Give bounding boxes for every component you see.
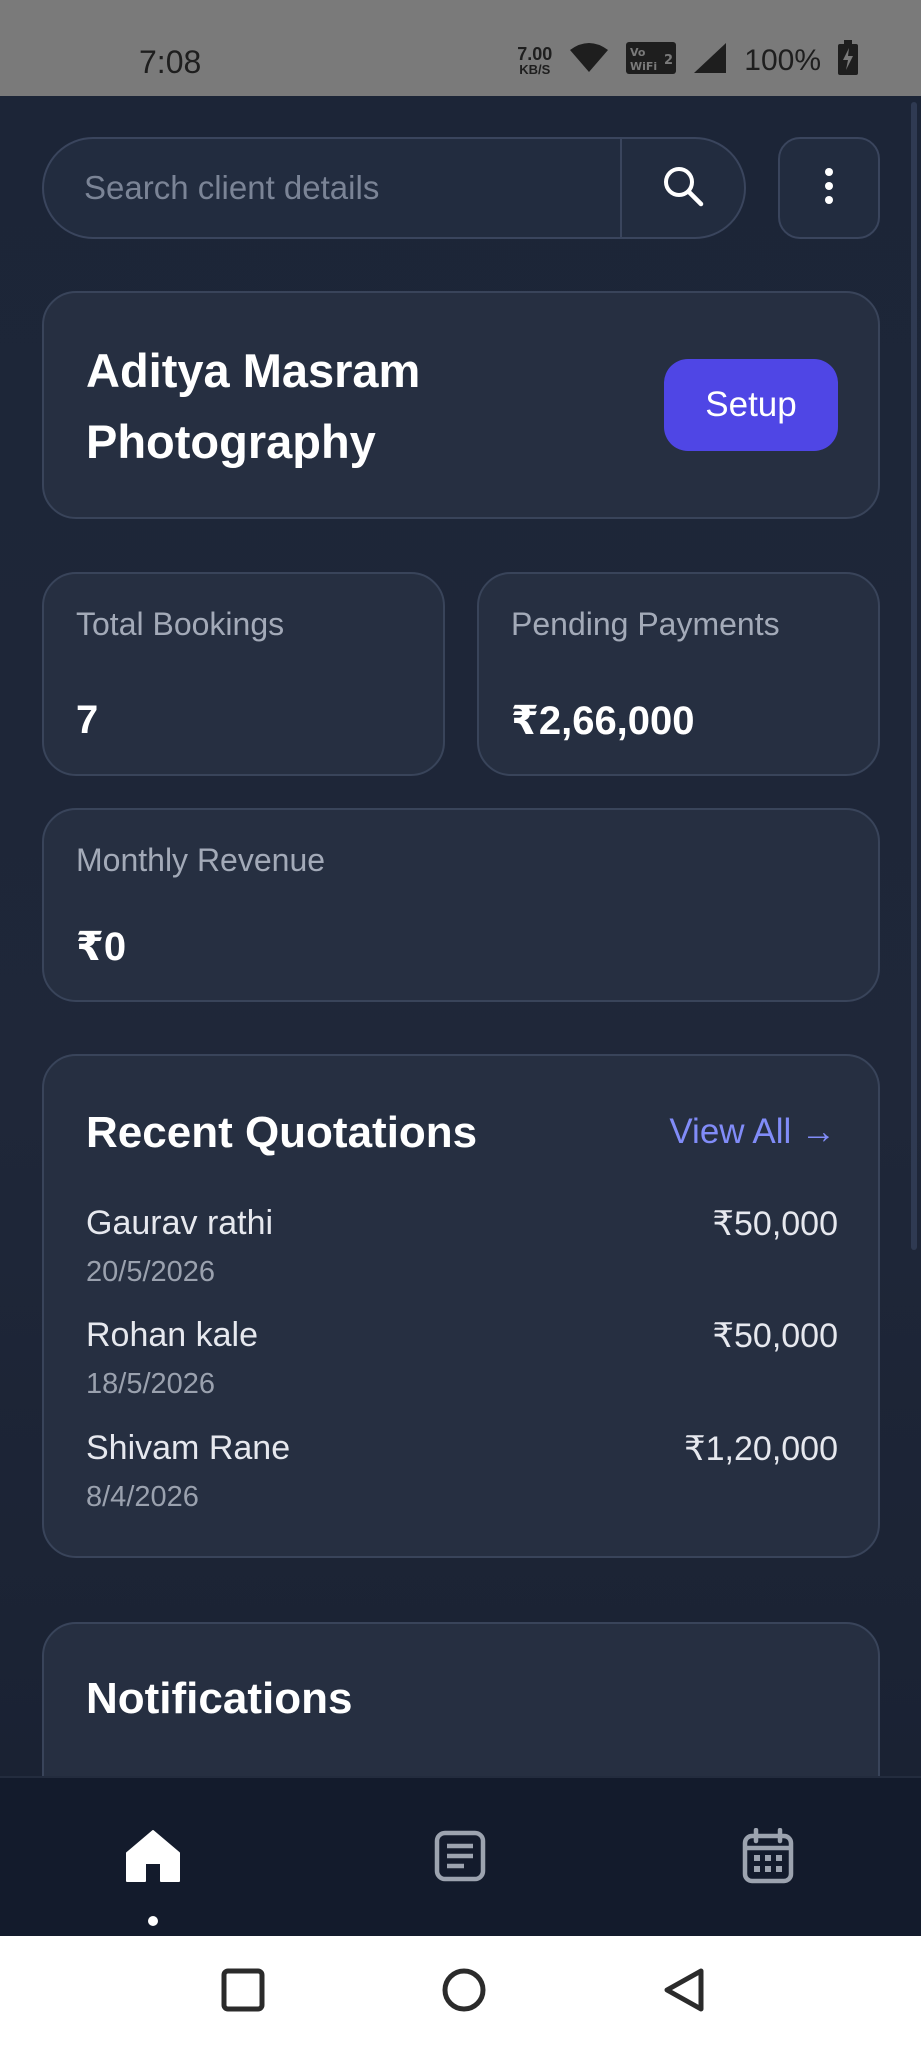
status-time: 7:08 [139, 44, 202, 80]
notifications-title: Notifications [86, 1674, 353, 1723]
square-icon [221, 1968, 265, 2017]
scrollbar[interactable] [911, 102, 917, 1250]
nav-home[interactable] [123, 1828, 183, 1888]
svg-text:WiFi: WiFi [630, 60, 657, 73]
back-triangle-icon [661, 1967, 707, 2018]
monthly-revenue-value: ₹0 [76, 925, 127, 969]
nav-calendar[interactable] [738, 1827, 798, 1889]
quotation-client-name: Rohan kale [86, 1316, 259, 1354]
recent-quotations-card: Recent Quotations View All → Gaurav rath… [42, 1054, 880, 1558]
more-options-button[interactable] [778, 137, 880, 239]
vowifi-icon: Vo WiFi 2 [626, 42, 677, 79]
setup-button[interactable]: Setup [664, 359, 838, 451]
bottom-navigation [0, 1776, 921, 1936]
network-speed: 7.00 KB/S [517, 45, 552, 76]
document-list-icon [434, 1830, 486, 1887]
recent-quotations-title: Recent Quotations [86, 1108, 478, 1157]
search-button[interactable] [620, 139, 744, 237]
quotation-date: 20/5/2026 [86, 1256, 216, 1288]
total-bookings-card[interactable]: Total Bookings 7 [42, 572, 445, 776]
business-card: Aditya Masram Photography Setup [42, 291, 880, 519]
view-all-link[interactable]: View All → [669, 1112, 836, 1152]
notifications-card: Notifications [42, 1622, 880, 1776]
pending-payments-value: ₹2,66,000 [511, 699, 695, 743]
network-speed-unit: KB/S [519, 62, 551, 77]
system-navigation-bar [0, 1936, 921, 2048]
svg-text:Vo: Vo [630, 46, 646, 59]
status-icons: 7.00 KB/S Vo WiFi 2 100% [517, 40, 859, 81]
home-icon [125, 1829, 181, 1888]
quotation-amount: ₹50,000 [712, 1205, 838, 1243]
back-button[interactable] [656, 1964, 712, 2020]
quotation-row[interactable]: Rohan kale 18/5/2026 ₹50,000 [86, 1316, 838, 1416]
more-vertical-icon [823, 166, 835, 211]
home-system-button[interactable] [436, 1964, 492, 2020]
calendar-icon [742, 1827, 794, 1889]
search-input[interactable] [44, 139, 620, 237]
quotation-client-name: Gaurav rathi [86, 1204, 274, 1242]
app-screen: Aditya Masram Photography Setup Total Bo… [0, 96, 921, 1776]
total-bookings-value: 7 [76, 698, 99, 742]
circle-icon [441, 1967, 487, 2018]
quotation-amount: ₹1,20,000 [684, 1430, 838, 1468]
pending-payments-label: Pending Payments [511, 606, 780, 642]
quotation-row[interactable]: Gaurav rathi 20/5/2026 ₹50,000 [86, 1204, 838, 1304]
nav-quotations[interactable] [430, 1828, 490, 1888]
battery-percentage: 100% [744, 43, 821, 77]
business-name: Aditya Masram Photography [86, 344, 421, 468]
battery-charging-icon [837, 40, 859, 81]
quotation-row[interactable]: Shivam Rane 8/4/2026 ₹1,20,000 [86, 1429, 838, 1529]
monthly-revenue-label: Monthly Revenue [76, 842, 326, 878]
svg-text:2: 2 [664, 53, 673, 68]
search-icon [661, 164, 705, 213]
active-indicator-dot [148, 1916, 158, 1926]
status-bar: 7:08 7.00 KB/S Vo WiFi 2 100% [0, 0, 921, 96]
quotation-date: 8/4/2026 [86, 1481, 199, 1513]
monthly-revenue-card[interactable]: Monthly Revenue ₹0 [42, 808, 880, 1002]
quotation-amount: ₹50,000 [712, 1317, 838, 1355]
recents-button[interactable] [215, 1964, 271, 2020]
pending-payments-card[interactable]: Pending Payments ₹2,66,000 [477, 572, 880, 776]
wifi-icon [568, 42, 610, 79]
quotation-date: 18/5/2026 [86, 1368, 216, 1400]
search-bar [42, 137, 746, 239]
total-bookings-label: Total Bookings [76, 606, 285, 642]
quotation-client-name: Shivam Rane [86, 1429, 291, 1467]
signal-icon [692, 41, 728, 80]
network-speed-value: 7.00 [517, 44, 553, 64]
